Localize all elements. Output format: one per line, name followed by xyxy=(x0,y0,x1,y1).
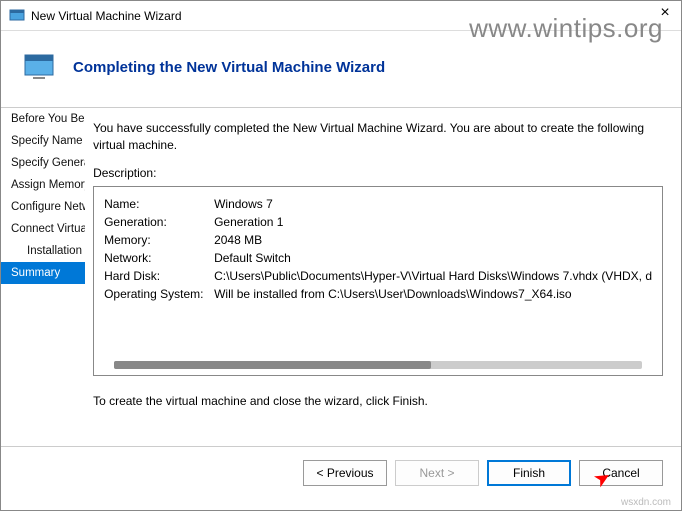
sidebar-item-specify-name[interactable]: Specify Name and Location xyxy=(1,130,85,152)
description-label: Description: xyxy=(93,166,663,180)
desc-key: Hard Disk: xyxy=(104,267,214,285)
finish-note: To create the virtual machine and close … xyxy=(93,394,663,408)
wizard-content: You have successfully completed the New … xyxy=(85,108,681,446)
window-title: New Virtual Machine Wizard xyxy=(31,9,182,23)
sidebar-item-connect-vhd[interactable]: Connect Virtual Hard Disk xyxy=(1,218,85,240)
app-icon xyxy=(9,8,25,24)
desc-val: Generation 1 xyxy=(214,213,283,231)
desc-key: Generation: xyxy=(104,213,214,231)
desc-val: Will be installed from C:\Users\User\Dow… xyxy=(214,285,571,303)
cancel-button[interactable]: Cancel xyxy=(579,460,663,486)
next-button: Next > xyxy=(395,460,479,486)
wizard-body: Before You Begin Specify Name and Locati… xyxy=(1,107,681,447)
previous-button[interactable]: < Previous xyxy=(303,460,387,486)
horizontal-scrollbar[interactable] xyxy=(114,361,642,369)
wizard-title: Completing the New Virtual Machine Wizar… xyxy=(73,59,385,76)
desc-row-memory: Memory:2048 MB xyxy=(104,231,652,249)
titlebar: New Virtual Machine Wizard × xyxy=(1,1,681,31)
wizard-header: Completing the New Virtual Machine Wizar… xyxy=(1,31,681,107)
desc-row-generation: Generation:Generation 1 xyxy=(104,213,652,231)
desc-row-name: Name:Windows 7 xyxy=(104,195,652,213)
desc-key: Memory: xyxy=(104,231,214,249)
sidebar-item-specify-generation[interactable]: Specify Generation xyxy=(1,152,85,174)
sidebar-item-configure-networking[interactable]: Configure Networking xyxy=(1,196,85,218)
sidebar-item-assign-memory[interactable]: Assign Memory xyxy=(1,174,85,196)
wizard-sidebar: Before You Begin Specify Name and Locati… xyxy=(1,108,85,446)
sidebar-item-installation-options[interactable]: Installation Options xyxy=(1,240,85,262)
desc-val: C:\Users\Public\Documents\Hyper-V\Virtua… xyxy=(214,267,652,285)
wizard-footer: < Previous Next > Finish Cancel ➤ xyxy=(1,447,681,499)
intro-text: You have successfully completed the New … xyxy=(93,120,663,154)
wizard-icon xyxy=(23,51,55,83)
desc-key: Network: xyxy=(104,249,214,267)
desc-key: Name: xyxy=(104,195,214,213)
desc-val: Windows 7 xyxy=(214,195,273,213)
finish-button[interactable]: Finish xyxy=(487,460,571,486)
close-button[interactable]: × xyxy=(655,5,675,25)
desc-val: 2048 MB xyxy=(214,231,262,249)
desc-row-os: Operating System:Will be installed from … xyxy=(104,285,652,303)
desc-row-harddisk: Hard Disk:C:\Users\Public\Documents\Hype… xyxy=(104,267,652,285)
desc-key: Operating System: xyxy=(104,285,214,303)
description-box: Name:Windows 7 Generation:Generation 1 M… xyxy=(93,186,663,376)
desc-row-network: Network:Default Switch xyxy=(104,249,652,267)
sidebar-item-before-you-begin[interactable]: Before You Begin xyxy=(1,108,85,130)
sidebar-item-summary[interactable]: Summary xyxy=(1,262,85,284)
desc-val: Default Switch xyxy=(214,249,291,267)
